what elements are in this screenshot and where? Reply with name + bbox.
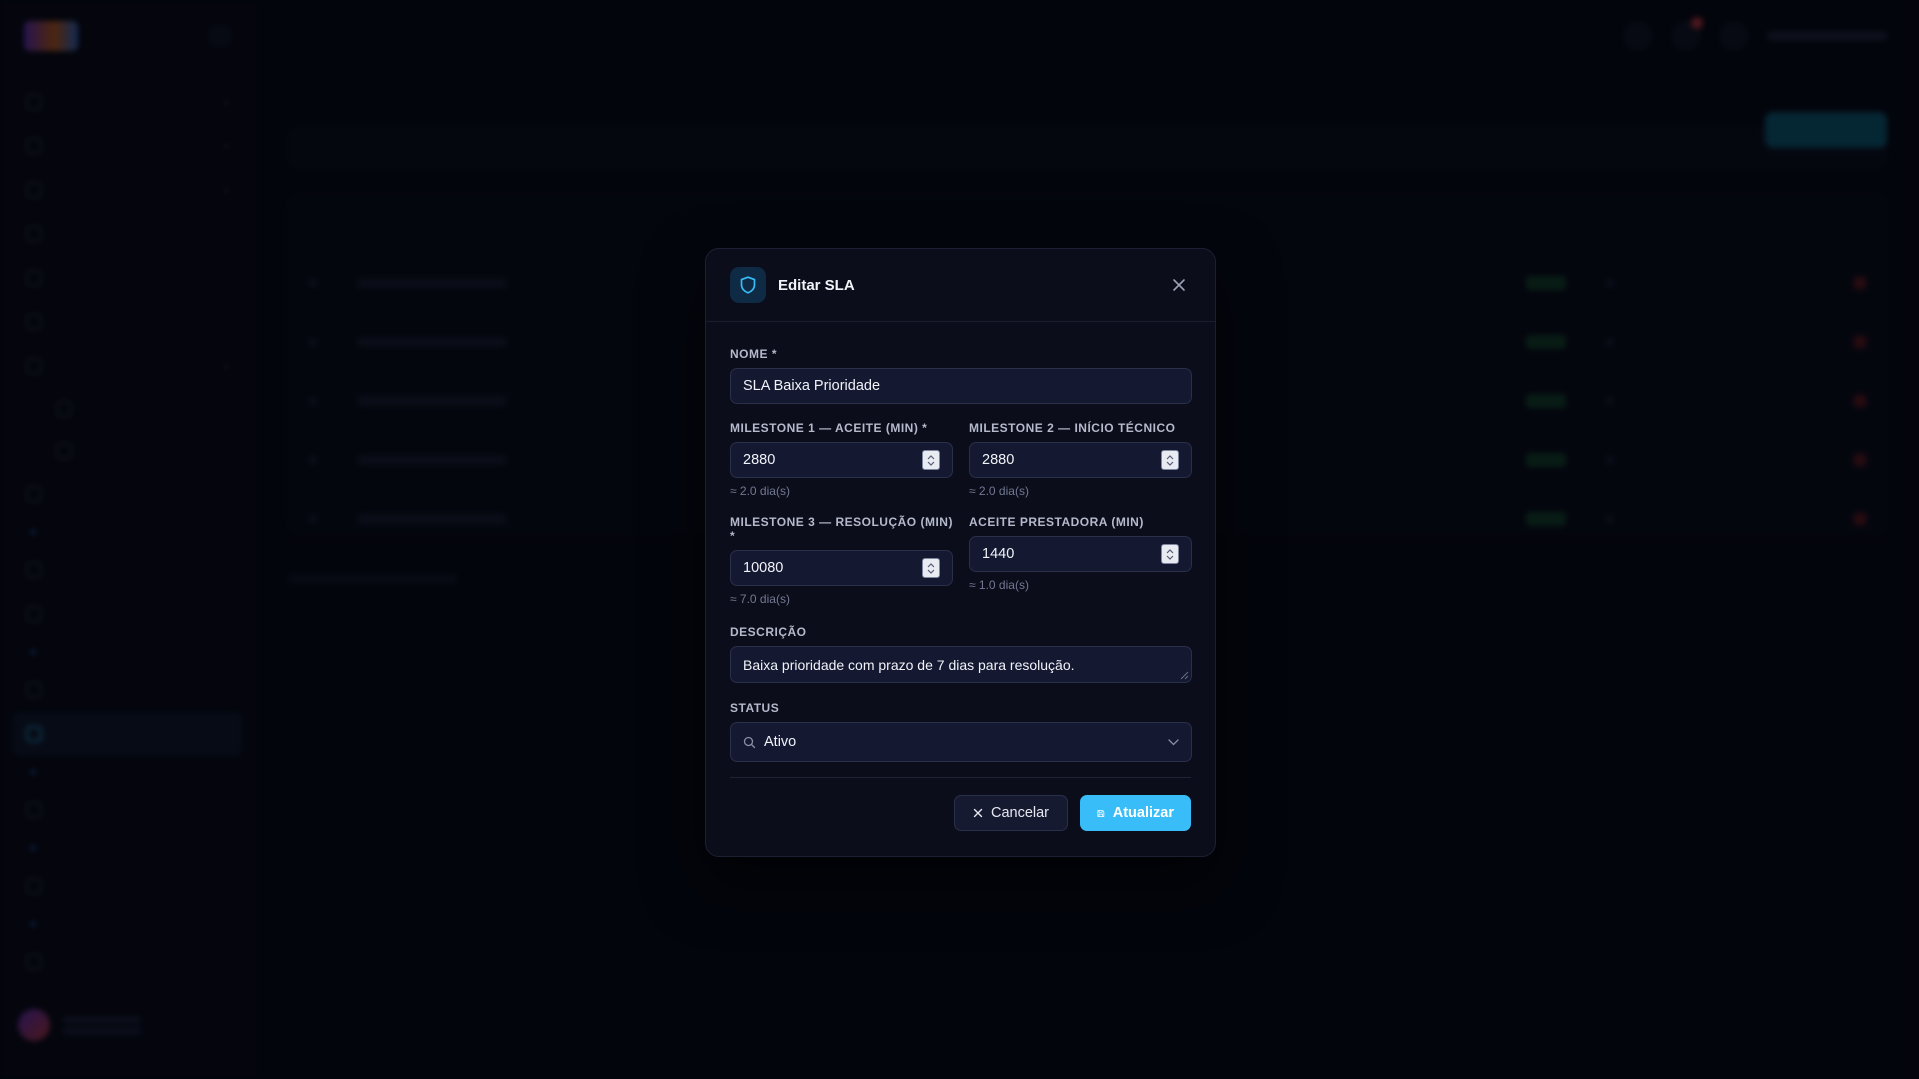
milestone3-value: 10080 [743,560,784,576]
milestone1-hint: ≈ 2.0 dia(s) [730,484,790,498]
milestone3-hint: ≈ 7.0 dia(s) [730,592,790,606]
stepper-arrows-icon[interactable] [922,450,940,470]
stepper-arrows-icon[interactable] [922,558,940,578]
x-icon [973,808,983,818]
milestone1-input[interactable]: 2880 [730,442,953,478]
milestone2-hint: ≈ 2.0 dia(s) [969,484,1029,498]
milestone3-field-group: MILESTONE 3 — RESOLUÇÃO (MIN) * 10080 ≈ … [730,515,953,606]
status-label: STATUS [730,701,780,715]
close-icon[interactable] [1167,273,1191,297]
update-button[interactable]: Atualizar [1080,795,1191,831]
status-select[interactable]: Ativo [730,722,1192,762]
aceite-prestadora-label: ACEITE PRESTADORA (MIN) [969,515,1144,529]
shield-icon [730,267,766,303]
milestone1-field-group: MILESTONE 1 — ACEITE (MIN) * 2880 ≈ 2.0 … [730,421,953,498]
nome-value: SLA Baixa Prioridade [743,378,881,394]
descricao-field-group: DESCRIÇÃO Baixa prioridade com prazo de … [730,625,1192,683]
dialog-title: Editar SLA [778,276,855,294]
dialog-header: Editar SLA [706,249,1215,322]
status-value: Ativo [764,734,797,750]
descricao-label: DESCRIÇÃO [730,625,807,639]
aceite-prestadora-value: 1440 [982,546,1015,562]
milestone2-value: 2880 [982,452,1015,468]
milestone1-label: MILESTONE 1 — ACEITE (MIN) * [730,421,928,435]
milestone2-input[interactable]: 2880 [969,442,1192,478]
descricao-textarea[interactable]: Baixa prioridade com prazo de 7 dias par… [730,646,1192,683]
nome-field-group: NOME * SLA Baixa Prioridade [730,347,1192,404]
aceite-prestadora-hint: ≈ 1.0 dia(s) [969,578,1029,592]
update-button-label: Atualizar [1112,805,1174,821]
milestone3-label: MILESTONE 3 — RESOLUÇÃO (MIN) * [730,515,953,543]
dialog-divider [730,777,1191,778]
milestone3-input[interactable]: 10080 [730,550,953,586]
descricao-value: Baixa prioridade com prazo de 7 dias par… [743,656,1075,673]
dialog-actions: Cancelar Atualizar [954,795,1191,831]
chevron-down-icon [1168,738,1179,745]
milestone2-field-group: MILESTONE 2 — INÍCIO TÉCNICO 2880 ≈ 2.0 … [969,421,1192,498]
stepper-arrows-icon[interactable] [1161,450,1179,470]
cancel-button-label: Cancelar [990,805,1050,821]
resize-handle-icon[interactable] [1179,670,1189,680]
stepper-arrows-icon[interactable] [1161,544,1179,564]
aceite-prestadora-input[interactable]: 1440 [969,536,1192,572]
milestone2-label: MILESTONE 2 — INÍCIO TÉCNICO [969,421,1176,435]
nome-input[interactable]: SLA Baixa Prioridade [730,368,1192,404]
search-icon [743,736,756,748]
milestone1-value: 2880 [743,452,776,468]
nome-label: NOME * [730,347,778,361]
edit-sla-dialog: Editar SLA NOME * SLA Baixa Prioridade M… [705,248,1216,857]
cancel-button[interactable]: Cancelar [954,795,1068,831]
save-icon [1097,809,1105,817]
aceite-prestadora-field-group: ACEITE PRESTADORA (MIN) 1440 ≈ 1.0 dia(s… [969,515,1192,592]
status-field-group: STATUS Ativo [730,701,1192,762]
